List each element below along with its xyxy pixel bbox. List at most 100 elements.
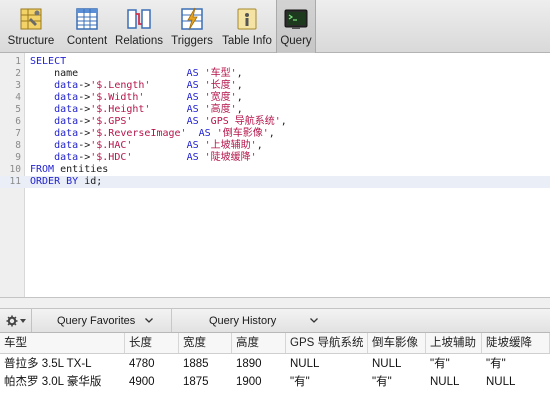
- code-line[interactable]: 5 data->'$.Height' AS '高度',: [0, 104, 550, 116]
- divider: [171, 309, 172, 332]
- tab-relations[interactable]: Relations: [112, 0, 166, 53]
- code-text: data->'$.Length' AS '长度',: [30, 80, 243, 92]
- table-cell[interactable]: 1875: [179, 373, 232, 391]
- table-cell[interactable]: 1900: [232, 373, 286, 391]
- triggers-icon: [181, 7, 203, 31]
- line-number: 1: [15, 56, 21, 67]
- sql-text: ->: [78, 92, 91, 103]
- code-line[interactable]: 11 ORDER BY id;: [0, 176, 550, 188]
- code-line[interactable]: 10 FROM entities: [0, 164, 550, 176]
- query-favorites-bar: Query Favorites Query History: [0, 309, 550, 333]
- table-cell[interactable]: NULL: [482, 373, 550, 391]
- chevron-down-icon: [310, 318, 319, 323]
- sql-keyword: data: [54, 92, 79, 103]
- code-line[interactable]: 1 SELECT: [0, 56, 550, 68]
- sql-keyword: data: [54, 140, 79, 151]
- tab-content[interactable]: Content: [62, 0, 112, 53]
- sql-string: '上坡辅助': [204, 140, 257, 151]
- sql-string: '$.Length': [90, 80, 151, 91]
- code-line[interactable]: 8 data->'$.HAC' AS '上坡辅助',: [0, 140, 550, 152]
- chevron-down-icon: [145, 318, 154, 323]
- tab-label: Structure: [7, 35, 55, 47]
- code-line[interactable]: 9 data->'$.HDC' AS '陡坡缓降': [0, 152, 550, 164]
- query-favorites-dropdown[interactable]: Query Favorites: [57, 309, 154, 332]
- column-header[interactable]: 上坡辅助: [426, 333, 482, 353]
- column-header[interactable]: 车型: [0, 333, 125, 353]
- table-cell[interactable]: "有": [368, 373, 426, 391]
- code-line[interactable]: 4 data->'$.Width' AS '宽度',: [0, 92, 550, 104]
- table-cell[interactable]: "有": [426, 355, 482, 373]
- structure-icon: [20, 8, 42, 30]
- gear-icon: [6, 315, 17, 326]
- query-history-label: Query History: [209, 314, 277, 327]
- table-cell[interactable]: NULL: [286, 355, 368, 373]
- results-table[interactable]: 车型 长度 宽度 高度 GPS 导航系统 倒车影像 上坡辅助 陡坡缓降 普拉多 …: [0, 333, 550, 400]
- column-header[interactable]: 倒车影像: [368, 333, 426, 353]
- sql-text: ->: [78, 152, 91, 163]
- query-icon: [284, 9, 308, 29]
- column-header[interactable]: 陡坡缓降: [482, 333, 550, 353]
- pane-splitter[interactable]: [0, 297, 550, 309]
- column-header[interactable]: 高度: [232, 333, 286, 353]
- sql-string: '$.HAC': [90, 140, 133, 151]
- sql-text: ,: [268, 128, 275, 139]
- code-text: SELECT: [30, 56, 66, 68]
- table-header-row: 车型 长度 宽度 高度 GPS 导航系统 倒车影像 上坡辅助 陡坡缓降: [0, 333, 550, 354]
- line-number: 10: [9, 164, 21, 175]
- sql-keyword: AS: [186, 68, 199, 79]
- tab-label: Triggers: [171, 35, 213, 47]
- query-favorites-label: Query Favorites: [57, 314, 136, 327]
- sql-text: ->: [78, 116, 91, 127]
- code-text: data->'$.HDC' AS '陡坡缓降': [30, 152, 257, 164]
- table-cell[interactable]: NULL: [368, 355, 426, 373]
- sql-editor[interactable]: 1 SELECT 2 name AS '车型', 3 data->'$.Length'…: [0, 53, 550, 297]
- table-row[interactable]: 普拉多 3.5L TX-L 4780 1885 1890 NULL NULL "…: [0, 355, 550, 373]
- main-toolbar: Structure Content Relations Triggers Tab…: [0, 0, 550, 53]
- sql-text: ->: [78, 104, 91, 115]
- sql-keyword: data: [54, 128, 79, 139]
- sql-text: ,: [236, 80, 243, 91]
- column-header[interactable]: 长度: [125, 333, 179, 353]
- tab-structure[interactable]: Structure: [0, 0, 62, 53]
- line-number: 8: [15, 140, 21, 151]
- table-cell[interactable]: 普拉多 3.5L TX-L: [0, 355, 125, 373]
- tab-query[interactable]: Query: [276, 0, 316, 53]
- code-line[interactable]: 7 data->'$.ReverseImage' AS '倒车影像',: [0, 128, 550, 140]
- table-cell[interactable]: 1885: [179, 355, 232, 373]
- column-header[interactable]: 宽度: [179, 333, 232, 353]
- table-cell[interactable]: NULL: [426, 373, 482, 391]
- table-cell[interactable]: 1890: [232, 355, 286, 373]
- sql-string: '$.Height': [90, 104, 151, 115]
- code-text: ORDER BY id;: [30, 176, 102, 188]
- sql-keyword: FROM: [30, 164, 55, 175]
- sql-keyword: AS: [186, 140, 199, 151]
- sql-text: ,: [236, 104, 243, 115]
- query-history-dropdown[interactable]: Query History: [209, 309, 319, 332]
- table-cell[interactable]: "有": [286, 373, 368, 391]
- gear-menu-button[interactable]: [0, 309, 32, 332]
- table-row[interactable]: 帕杰罗 3.0L 豪华版 4900 1875 1900 "有" "有" NULL…: [0, 373, 550, 391]
- table-cell[interactable]: "有": [482, 355, 550, 373]
- table-cell[interactable]: 帕杰罗 3.0L 豪华版: [0, 373, 125, 391]
- code-line[interactable]: 3 data->'$.Length' AS '长度',: [0, 80, 550, 92]
- line-number: 2: [15, 68, 21, 79]
- code-line[interactable]: 6 data->'$.GPS' AS 'GPS 导航系统',: [0, 116, 550, 128]
- table-cell[interactable]: 4780: [125, 355, 179, 373]
- tab-table-info[interactable]: Table Info: [218, 0, 276, 53]
- tab-triggers[interactable]: Triggers: [166, 0, 218, 53]
- sql-text: ->: [78, 128, 91, 139]
- column-header[interactable]: GPS 导航系统: [286, 333, 368, 353]
- code-line[interactable]: 2 name AS '车型',: [0, 68, 550, 80]
- sql-text: ->: [78, 140, 91, 151]
- code-text: name AS '车型',: [30, 68, 243, 80]
- table-cell[interactable]: 4900: [125, 373, 179, 391]
